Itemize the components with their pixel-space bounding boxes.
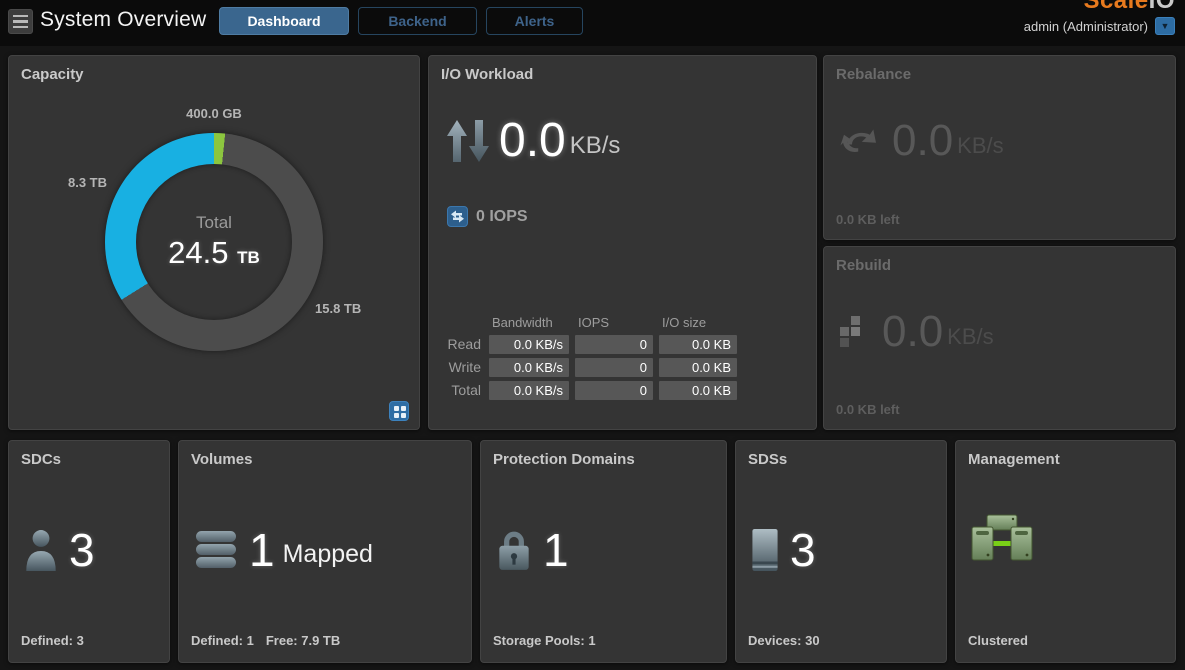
protection-domains-metric: 1: [495, 523, 569, 577]
tab-alerts[interactable]: Alerts: [486, 7, 583, 35]
write-bandwidth-value: 0.0 KB/s: [489, 358, 569, 377]
server-disk-icon: [750, 528, 780, 572]
rebuild-metric: 0.0KB/s: [840, 307, 994, 357]
updown-arrows-icon: [447, 119, 489, 163]
row-label-write: Write: [441, 358, 483, 377]
io-table: Bandwidth IOPS I/O size Read 0.0 KB/s 0 …: [441, 314, 737, 400]
capacity-title: Capacity: [21, 66, 84, 83]
cluster-nodes-icon: [970, 513, 1034, 565]
capacity-donut-center: Total 24.5 TB: [136, 164, 292, 320]
capacity-label-used: 8.3 TB: [19, 175, 107, 190]
stacked-volumes-icon: [193, 530, 239, 570]
chevron-down-icon: ▼: [1161, 21, 1170, 31]
user-label: admin (Administrator): [1024, 19, 1148, 34]
transfer-arrows-icon: [447, 206, 468, 227]
volumes-panel: Volumes 1 Mapped Defined: 1Free: 7.9 TB: [178, 440, 472, 663]
sdss-panel: SDSs 3 Devices: 30: [735, 440, 947, 663]
io-workload-title: I/O Workload: [441, 66, 533, 83]
io-workload-panel: I/O Workload 0.0KB/s 0 IOPS Ba: [428, 55, 817, 430]
write-io-size-value: 0.0 KB: [659, 358, 737, 377]
lock-icon: [495, 528, 533, 572]
tab-dashboard[interactable]: Dashboard: [219, 7, 349, 35]
sdcs-title: SDCs: [21, 451, 61, 468]
volumes-title: Volumes: [191, 451, 252, 468]
capacity-label-spare: 400.0 GB: [105, 106, 323, 121]
rebalance-title: Rebalance: [836, 66, 911, 83]
scaleio-logo: ScaleIO: [1083, 0, 1175, 15]
total-bandwidth-value: 0.0 KB/s: [489, 381, 569, 400]
read-io-size-value: 0.0 KB: [659, 335, 737, 354]
sdss-metric: 3: [750, 523, 816, 577]
rebalance-panel: Rebalance 0.0KB/s 0.0 KB left: [823, 55, 1176, 240]
management-footer: Clustered: [968, 633, 1028, 648]
read-iops-value: 0: [575, 335, 653, 354]
rebalance-arrows-icon: [840, 125, 880, 157]
menu-icon[interactable]: [8, 9, 33, 34]
rebuild-panel: Rebuild 0.0KB/s 0.0 KB left: [823, 246, 1176, 430]
volumes-mapped-label: Mapped: [283, 540, 373, 569]
rebuild-blocks-icon: [840, 316, 870, 348]
page-title: System Overview: [40, 8, 206, 32]
tab-bar: Dashboard Backend Alerts: [219, 7, 583, 35]
protection-domains-panel: Protection Domains 1 Storage Pools: 1: [480, 440, 727, 663]
management-panel: Management Clustered: [955, 440, 1176, 663]
col-iops: IOPS: [575, 314, 653, 331]
capacity-grid-view-button[interactable]: [389, 401, 409, 421]
total-iops-value: 0: [575, 381, 653, 400]
tab-backend[interactable]: Backend: [358, 7, 477, 35]
sdss-title: SDSs: [748, 451, 787, 468]
col-bandwidth: Bandwidth: [489, 314, 569, 331]
user-menu-dropdown[interactable]: ▼: [1155, 17, 1175, 35]
person-icon: [23, 529, 59, 571]
volumes-metric: 1 Mapped: [193, 523, 373, 577]
total-io-size-value: 0.0 KB: [659, 381, 737, 400]
row-label-read: Read: [441, 335, 483, 354]
capacity-panel: Capacity 400.0 GB 8.3 TB 15.8 TB Total 2…: [8, 55, 420, 430]
sdcs-metric: 3: [23, 523, 95, 577]
capacity-total-value: 24.5 TB: [168, 235, 260, 271]
rebalance-remaining: 0.0 KB left: [836, 212, 900, 227]
capacity-total-label: Total: [196, 213, 232, 233]
io-iops-metric: 0 IOPS: [447, 206, 528, 227]
capacity-donut: Total 24.5 TB: [105, 133, 323, 351]
sdcs-footer: Defined: 3: [21, 633, 84, 648]
read-bandwidth-value: 0.0 KB/s: [489, 335, 569, 354]
col-io-size: I/O size: [659, 314, 737, 331]
top-bar: System Overview Dashboard Backend Alerts…: [0, 0, 1185, 46]
rebuild-title: Rebuild: [836, 257, 891, 274]
management-metric: [970, 513, 1034, 565]
sdss-footer: Devices: 30: [748, 633, 820, 648]
write-iops-value: 0: [575, 358, 653, 377]
protection-domains-footer: Storage Pools: 1: [493, 633, 596, 648]
io-bandwidth-metric: 0.0KB/s: [447, 113, 620, 168]
protection-domains-title: Protection Domains: [493, 451, 635, 468]
sdcs-panel: SDCs 3 Defined: 3: [8, 440, 170, 663]
management-title: Management: [968, 451, 1060, 468]
capacity-label-free: 15.8 TB: [315, 301, 361, 316]
row-label-total: Total: [441, 381, 483, 400]
rebalance-metric: 0.0KB/s: [840, 116, 1004, 166]
volumes-footer: Defined: 1Free: 7.9 TB: [191, 633, 340, 648]
rebuild-remaining: 0.0 KB left: [836, 402, 900, 417]
